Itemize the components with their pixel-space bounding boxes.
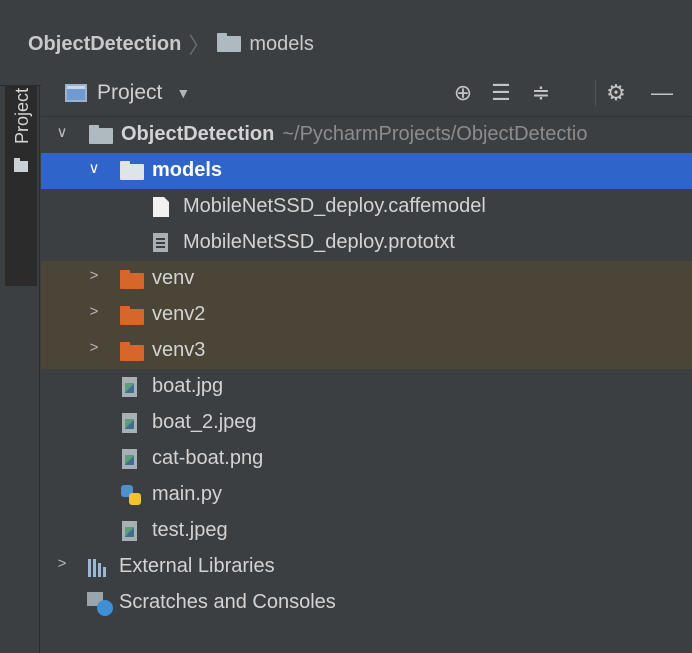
tree-row-file[interactable]: boat_2.jpeg [41, 405, 692, 441]
chevron-right-icon[interactable]: > [55, 555, 69, 572]
breadcrumb-models[interactable]: models [249, 33, 313, 56]
file-icon [153, 197, 169, 217]
tree-row-file[interactable]: MobileNetSSD_deploy.caffemodel [41, 189, 692, 225]
tree-row-excluded-folder[interactable]: > venv3 [41, 333, 692, 369]
chevron-down-icon: ▼ [176, 85, 191, 101]
toolbar-divider [595, 80, 596, 106]
chevron-down-icon[interactable]: ∨ [55, 123, 69, 141]
tree-label: models [152, 159, 223, 181]
view-selector-dropdown[interactable]: Project ▼ [65, 79, 190, 107]
tree-row-excluded-folder[interactable]: > venv2 [41, 297, 692, 333]
collapse-all-icon[interactable]: ≑ [528, 80, 554, 106]
scratches-icon [87, 592, 113, 616]
library-icon [88, 557, 110, 577]
breadcrumb: ObjectDetection 〉 models [28, 30, 314, 59]
image-file-icon [122, 377, 137, 397]
excluded-folder-icon [120, 342, 144, 361]
tree-row-models[interactable]: ∨ models [41, 153, 692, 189]
tree-label: venv3 [152, 339, 206, 361]
tree-label: venv2 [152, 303, 206, 325]
breadcrumb-project[interactable]: ObjectDetection [28, 33, 181, 56]
tree-row-file[interactable]: MobileNetSSD_deploy.prototxt [41, 225, 692, 261]
tree-label: boat_2.jpeg [152, 411, 257, 433]
folder-icon [14, 158, 28, 172]
tree-label: ObjectDetection ~/PycharmProjects/ObjectD… [121, 123, 587, 146]
folder-icon [120, 161, 144, 180]
tree-label: boat.jpg [152, 375, 224, 397]
project-view-icon [65, 84, 87, 102]
project-name: ObjectDetection [121, 123, 275, 145]
tree-row-excluded-folder[interactable]: > venv [41, 261, 692, 297]
tree-label: cat-boat.png [152, 447, 264, 469]
project-tree[interactable]: ∨ ObjectDetection ~/PycharmProjects/Objec… [41, 117, 692, 653]
locate-icon[interactable]: ⊕ [450, 80, 476, 106]
tree-label: Scratches and Consoles [119, 591, 336, 613]
tree-row-external-libraries[interactable]: > External Libraries [41, 549, 692, 585]
excluded-folder-icon [120, 270, 144, 289]
project-tool-tab[interactable]: Project [5, 86, 37, 286]
chevron-right-icon[interactable]: > [87, 267, 101, 284]
tree-label: main.py [152, 483, 223, 505]
tree-row-project-root[interactable]: ∨ ObjectDetection ~/PycharmProjects/Objec… [41, 117, 692, 153]
chevron-down-icon[interactable]: ∨ [87, 159, 101, 177]
gear-icon[interactable]: ⚙ [603, 80, 629, 106]
tool-window-strip: Project [0, 86, 40, 653]
image-file-icon [122, 449, 137, 469]
tree-row-scratches[interactable]: Scratches and Consoles [41, 585, 692, 621]
tree-row-file[interactable]: test.jpeg [41, 513, 692, 549]
tree-label: MobileNetSSD_deploy.caffemodel [183, 195, 486, 217]
project-toolbar: Project ▼ ⊕ ☰ ≑ ⚙ — [41, 68, 692, 117]
folder-icon [217, 33, 242, 52]
folder-icon [89, 125, 113, 144]
text-file-icon [153, 233, 168, 252]
tree-label: External Libraries [119, 555, 275, 577]
tree-row-file[interactable]: main.py [41, 477, 692, 513]
breadcrumb-separator-icon: 〉 [188, 33, 211, 58]
tree-label: venv [152, 267, 195, 289]
chevron-right-icon[interactable]: > [87, 303, 101, 320]
excluded-folder-icon [120, 306, 144, 325]
project-path: ~/PycharmProjects/ObjectDetectio [282, 123, 588, 145]
expand-all-icon[interactable]: ☰ [488, 80, 514, 106]
tree-row-file[interactable]: boat.jpg [41, 369, 692, 405]
image-file-icon [122, 413, 137, 433]
tree-label: MobileNetSSD_deploy.prototxt [183, 231, 455, 253]
tree-row-file[interactable]: cat-boat.png [41, 441, 692, 477]
python-file-icon [120, 484, 142, 506]
chevron-right-icon[interactable]: > [87, 339, 101, 356]
image-file-icon [122, 521, 137, 541]
tree-label: test.jpeg [152, 519, 228, 541]
view-selector-label: Project [97, 81, 163, 104]
hide-icon[interactable]: — [649, 80, 675, 106]
project-tab-label: Project [12, 87, 32, 145]
